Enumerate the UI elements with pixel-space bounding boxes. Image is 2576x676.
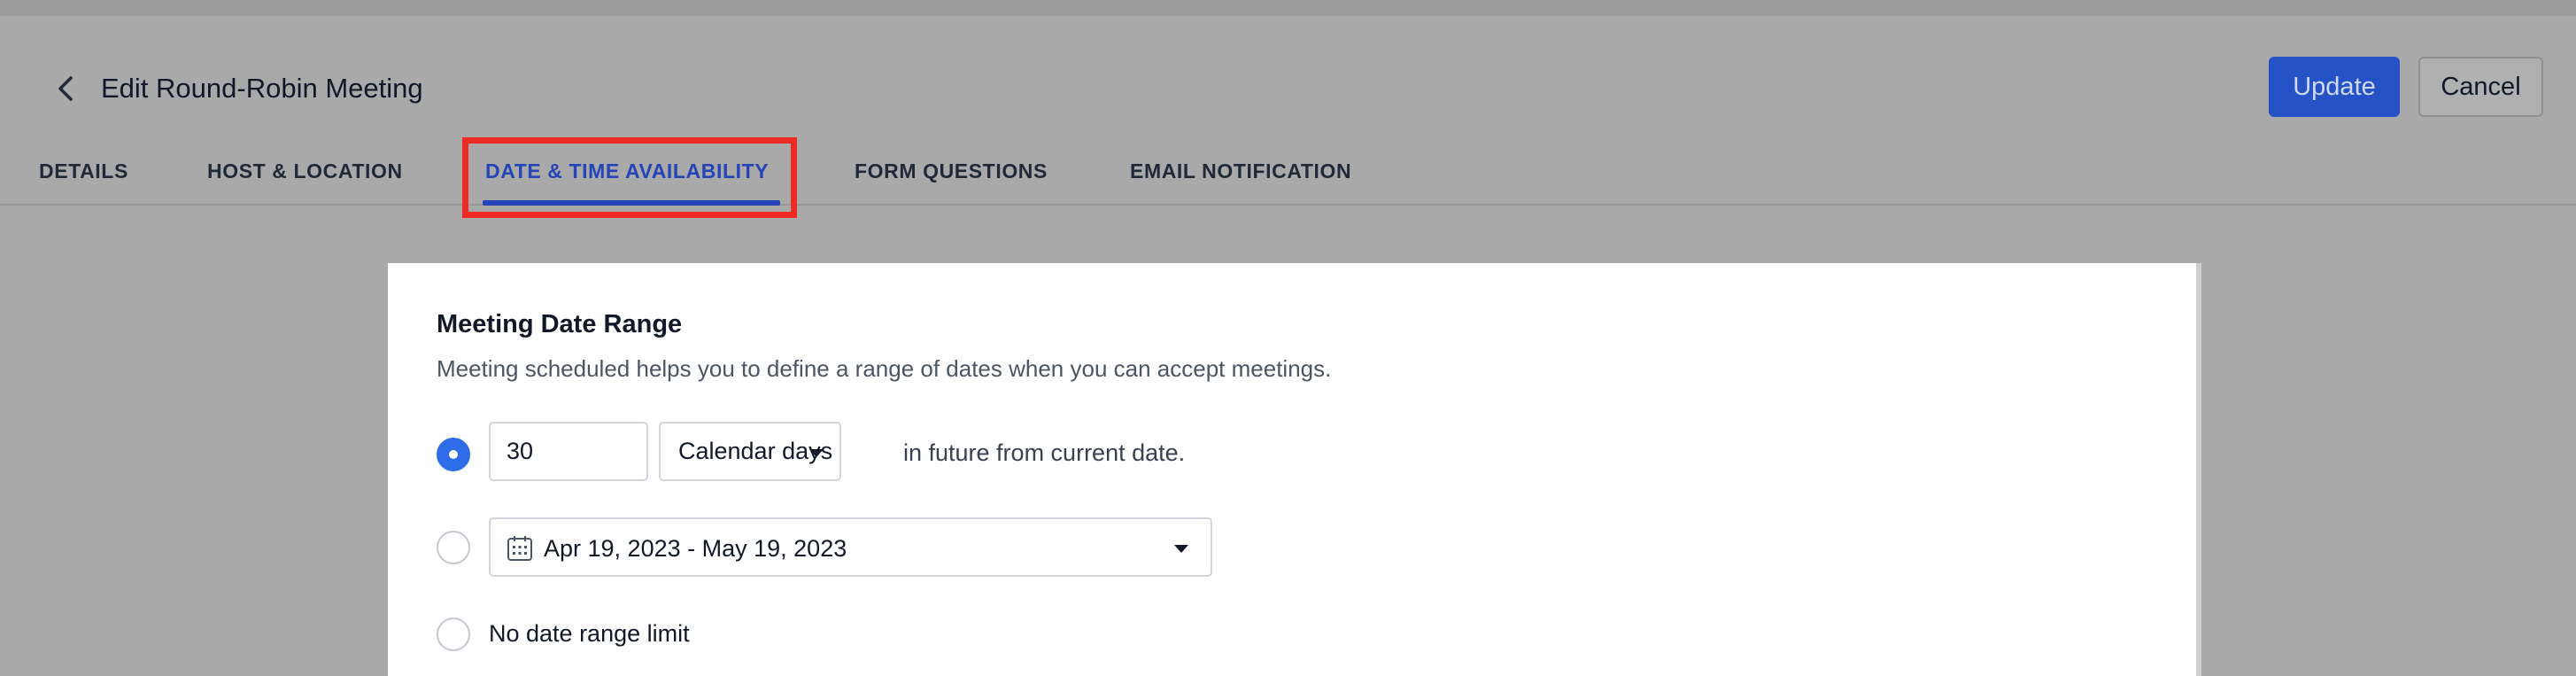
rolling-suffix-text: in future from current date. (903, 439, 1186, 466)
cancel-button[interactable]: Cancel (2418, 57, 2543, 117)
section-title: Meeting Date Range (437, 310, 683, 338)
radio-fixed-range[interactable] (437, 531, 470, 564)
radio-rolling-days[interactable] (437, 438, 470, 471)
caret-down-icon (1174, 545, 1188, 553)
chevron-left-icon (58, 76, 73, 101)
radio-no-limit[interactable] (437, 618, 470, 651)
active-tab-indicator (483, 200, 780, 206)
update-button[interactable]: Update (2269, 57, 2400, 117)
back-button[interactable] (50, 73, 81, 105)
date-range-picker[interactable]: Apr 19, 2023 - May 19, 2023 (489, 517, 1212, 577)
date-range-value: Apr 19, 2023 - May 19, 2023 (544, 535, 847, 562)
top-shadow-bar (0, 0, 2576, 16)
tab-email-notification[interactable]: EMAIL NOTIFICATION (1130, 142, 1351, 200)
tab-host-location[interactable]: HOST & LOCATION (207, 142, 403, 200)
tab-details[interactable]: DETAILS (39, 142, 128, 200)
days-input[interactable] (489, 422, 648, 481)
days-unit-select[interactable]: Calendar days (659, 422, 841, 481)
page-title: Edit Round-Robin Meeting (101, 73, 423, 104)
section-description: Meeting scheduled helps you to define a … (437, 355, 1332, 382)
tab-form-questions[interactable]: FORM QUESTIONS (855, 142, 1048, 200)
date-range-card: Meeting Date Range Meeting scheduled hel… (388, 263, 2201, 676)
no-limit-label: No date range limit (489, 620, 690, 647)
calendar-icon (507, 536, 532, 561)
caret-down-icon (809, 449, 824, 457)
tab-date-time-availability[interactable]: DATE & TIME AVAILABILITY (485, 142, 769, 200)
